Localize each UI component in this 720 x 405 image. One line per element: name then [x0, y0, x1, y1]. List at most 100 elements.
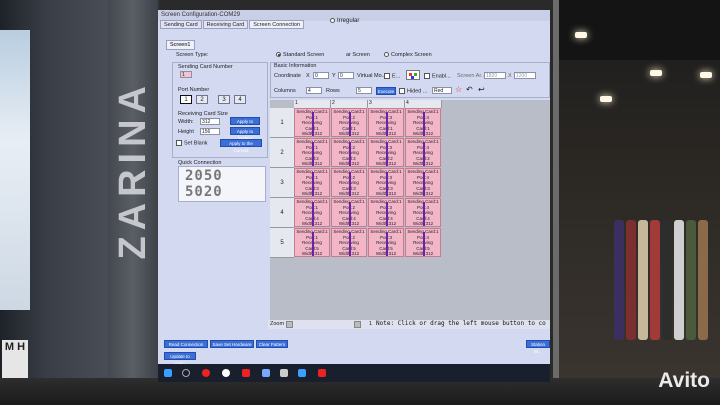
garment: [674, 220, 684, 340]
blue-swatch: [411, 76, 414, 79]
y-input[interactable]: 0: [338, 72, 354, 79]
garment: [614, 220, 624, 340]
grid-row-header: 4: [270, 198, 294, 228]
browser-icon[interactable]: [222, 369, 230, 377]
columns-input[interactable]: 4: [306, 87, 322, 94]
route-arrow: [423, 232, 425, 256]
quick-pattern-top[interactable]: 2050: [185, 168, 223, 184]
route-arrow: [312, 142, 314, 166]
virtual-mode-label: Virtual Mo...: [357, 73, 387, 79]
e-label: E...: [392, 73, 401, 80]
search-icon[interactable]: [182, 369, 190, 377]
save-hardware-button[interactable]: Save Set Hardware: [210, 340, 254, 348]
rows-input[interactable]: 5: [356, 87, 372, 94]
complex-screen-radio[interactable]: Complex Screen: [384, 52, 432, 58]
app3-icon[interactable]: [318, 369, 326, 377]
garment: [662, 220, 672, 340]
x-label: X: [306, 73, 310, 79]
sending-card-number-label: Sending Card Number: [178, 64, 233, 70]
color-select[interactable]: Red: [432, 87, 452, 94]
back-icon[interactable]: ↩: [478, 85, 485, 94]
rows-label: Rows: [326, 88, 340, 94]
irregular-radio[interactable]: Irregular: [330, 18, 359, 24]
page-number: 1: [369, 321, 373, 327]
enable-checkbox[interactable]: Enabl...: [424, 73, 451, 79]
route-arrow: [423, 112, 425, 136]
hided-checkbox[interactable]: Hided ...: [399, 88, 427, 94]
avito-watermark: Avito: [658, 369, 710, 392]
read-connection-button[interactable]: Read Connection: [164, 340, 208, 348]
yandex-icon[interactable]: [202, 369, 210, 377]
route-arrow: [423, 142, 425, 166]
radio-icon: [276, 52, 281, 58]
route-arrow: [386, 202, 388, 226]
width-input[interactable]: 312: [200, 118, 220, 125]
port-3-button[interactable]: 3: [218, 95, 230, 104]
app-icon[interactable]: [242, 369, 250, 377]
route-arrow: [423, 172, 425, 196]
taskbar: [158, 364, 550, 382]
route-arrow: [349, 172, 351, 196]
standard-screen-radio[interactable]: Standard Screen: [276, 52, 324, 58]
tab-screen-connection[interactable]: Screen Connection: [249, 20, 305, 29]
store-brand: ZARINA: [112, 80, 154, 260]
apply-width-button[interactable]: Apply to Setting: [230, 117, 260, 131]
port-1-button[interactable]: 1: [180, 95, 192, 104]
tab-screen1[interactable]: Screen1: [166, 40, 195, 50]
screen-width-input[interactable]: 1820: [484, 72, 506, 79]
screen-height-input[interactable]: 1200: [514, 72, 536, 79]
checkbox-icon: [176, 140, 182, 146]
clothing-rack: [610, 220, 720, 370]
update-gain-button[interactable]: Update to Gain: [164, 352, 196, 366]
tab-sending-card[interactable]: Sending Card: [160, 20, 202, 29]
garment: [686, 220, 696, 340]
port-2-button[interactable]: 2: [196, 95, 208, 104]
apply-height-button[interactable]: Apply to Setting: [230, 127, 260, 141]
window-icon[interactable]: [262, 369, 270, 377]
receiving-card-size-label: Receiving Card Size: [178, 111, 228, 117]
star-icon[interactable]: ☆: [455, 85, 462, 94]
grid-column-header: 1: [294, 100, 331, 108]
zoom-left-icon[interactable]: [286, 321, 293, 328]
x-input[interactable]: 0: [313, 72, 329, 79]
enable-label: Enabl...: [432, 73, 451, 80]
app2-icon[interactable]: [298, 369, 306, 377]
green-swatch: [414, 73, 417, 76]
grid-column-header: 4: [405, 100, 442, 108]
ceiling-light: [575, 32, 587, 38]
route-arrow: [349, 112, 351, 136]
color-grid-icon[interactable]: [406, 70, 420, 80]
hided-label: Hided ...: [407, 88, 428, 95]
grid-row-header: 3: [270, 168, 294, 198]
led-screen: Screen Configuration-COM29 Irregular Sen…: [158, 10, 550, 382]
gear-icon[interactable]: [280, 369, 288, 377]
apply-current-button[interactable]: Apply to the Current: [220, 139, 262, 153]
e-checkbox[interactable]: E...: [384, 73, 400, 79]
undo-icon[interactable]: ↶: [466, 85, 473, 94]
sending-card-number-input[interactable]: 1: [180, 71, 192, 78]
zoom-right-icon[interactable]: [354, 321, 361, 328]
route-arrow: [349, 202, 351, 226]
windows-start-icon[interactable]: [164, 369, 172, 377]
complex-screen-label: Complex Screen: [391, 52, 432, 58]
grid-column-header: 2: [331, 100, 368, 108]
port-4-button[interactable]: 4: [234, 95, 246, 104]
tab-receiving-card[interactable]: Receiving Card: [202, 20, 249, 29]
quick-pattern-bottom[interactable]: 5020: [185, 184, 223, 200]
screen-area-label: Screen Ar...: [457, 73, 486, 79]
checkbox-icon: [424, 73, 430, 79]
set-blank-checkbox[interactable]: Set Blank: [176, 140, 208, 146]
clear-pattern-button[interactable]: Clear Pattern: [256, 340, 288, 348]
height-input[interactable]: 156: [200, 128, 220, 135]
poster-text: M H: [2, 340, 28, 380]
execute-button[interactable]: Execute: [376, 87, 396, 95]
route-arrow: [386, 232, 388, 256]
status-note: Note: Click or drag the left mouse butto…: [376, 320, 546, 327]
y-label: Y: [332, 73, 336, 79]
route-arrow: [312, 112, 314, 136]
station-button[interactable]: Station M...: [526, 340, 550, 354]
radio-icon: [330, 18, 335, 23]
irregular-screen-radio[interactable]: ar Screen: [346, 52, 370, 58]
route-arrow: [386, 112, 388, 136]
route-arrow: [386, 142, 388, 166]
